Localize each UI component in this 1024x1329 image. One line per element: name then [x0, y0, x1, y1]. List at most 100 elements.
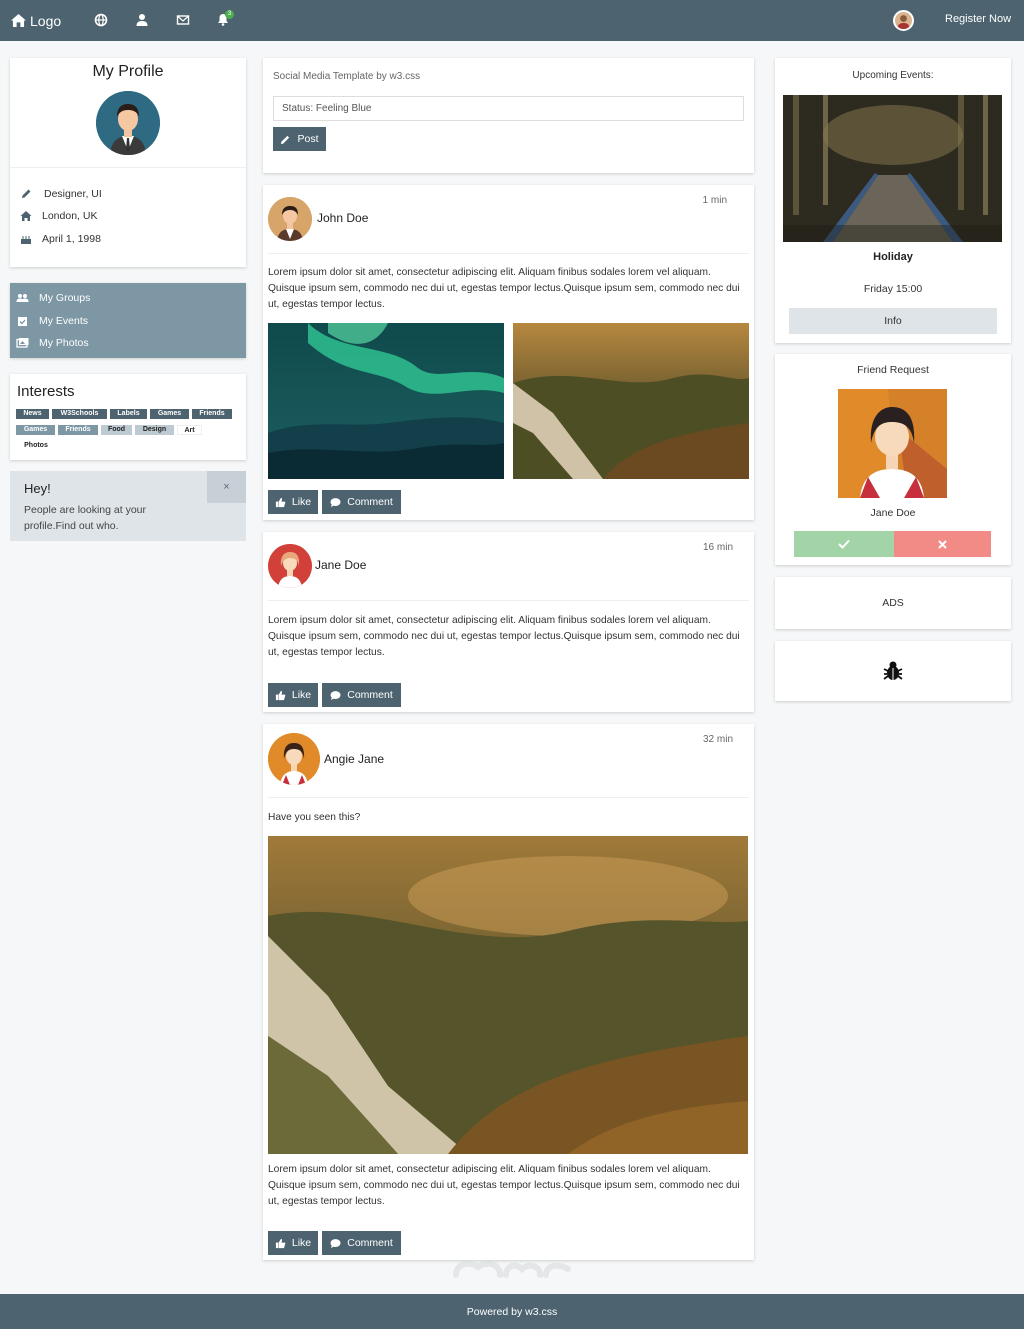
profile-card: My Profile Designer, UI London, UK April… — [10, 58, 246, 267]
logo-label: Logo — [30, 12, 62, 29]
interest-tag[interactable]: Labels — [110, 409, 147, 419]
post-time: 16 min — [702, 542, 733, 553]
footer-text: Powered by w3.css — [466, 1306, 558, 1318]
pencil-icon — [281, 135, 290, 144]
post-text: Lorem ipsum dolor sit amet, consectetur … — [268, 615, 740, 658]
post-author-name[interactable]: John Doe — [317, 211, 368, 225]
forest-bridge-image — [783, 95, 1002, 242]
comment-button[interactable]: Comment — [322, 490, 401, 514]
friend-request-title: Friend Request — [857, 364, 929, 376]
notifications-button[interactable]: 3 — [217, 10, 234, 27]
mountains-photo[interactable] — [513, 323, 749, 479]
users-icon — [16, 294, 29, 302]
event-name: Holiday — [873, 251, 913, 263]
comment-label: Comment — [347, 496, 393, 508]
home-icon — [20, 211, 32, 221]
profile-location-text: London, UK — [42, 210, 98, 222]
close-icon — [938, 539, 947, 549]
post-button-label: Post — [297, 133, 319, 145]
comment-label: Comment — [347, 1237, 393, 1249]
pencil-icon — [22, 189, 31, 198]
calendar-check-icon — [18, 317, 27, 326]
like-button[interactable]: Like — [268, 490, 318, 514]
divider — [268, 253, 749, 254]
interests-title: Interests — [17, 383, 75, 400]
friend-request-avatar[interactable] — [838, 389, 947, 498]
post-author-name[interactable]: Angie Jane — [324, 752, 384, 766]
like-button[interactable]: Like — [268, 683, 318, 707]
check-icon — [838, 539, 850, 549]
comment-icon — [330, 1238, 341, 1248]
home-icon — [11, 14, 26, 27]
ads-card: ADS — [775, 577, 1011, 629]
profile-title: My Profile — [92, 63, 164, 80]
menu-my-groups-label: My Groups — [39, 292, 91, 304]
watermark-logo — [453, 1260, 571, 1278]
interest-tag[interactable]: News — [16, 409, 49, 419]
menu-my-events-label: My Events — [39, 315, 89, 327]
profile-location: London, UK — [20, 210, 97, 222]
profile-job: Designer, UI — [20, 188, 102, 200]
male-avatar-icon — [96, 91, 160, 155]
mountains-image — [513, 323, 749, 479]
interest-tag[interactable]: W3Schools — [52, 409, 107, 419]
globe-icon[interactable] — [94, 13, 108, 27]
decline-friend-button[interactable] — [894, 531, 991, 557]
post-author-avatar[interactable] — [268, 197, 312, 241]
interest-tag[interactable]: Food — [101, 425, 132, 435]
comment-button[interactable]: Comment — [322, 683, 401, 707]
mountains-photo[interactable] — [268, 836, 748, 1154]
logo-link[interactable]: Logo — [11, 13, 61, 29]
divider — [268, 797, 749, 798]
menu-my-events[interactable]: My Events — [16, 315, 88, 327]
aurora-photo[interactable] — [268, 323, 504, 479]
thumbs-up-icon — [275, 690, 286, 700]
post-button[interactable]: Post — [273, 127, 326, 151]
events-card: Upcoming Events: Holiday Friday 15:00 In… — [775, 58, 1011, 343]
post-text: Lorem ipsum dolor sit amet, consectetur … — [268, 1164, 740, 1207]
friend-request-name: Jane Doe — [870, 507, 916, 519]
accept-friend-button[interactable] — [794, 531, 894, 557]
post-card: Jane Doe 16 min Lorem ipsum dolor sit am… — [263, 532, 754, 712]
user-avatar-icon — [897, 15, 910, 29]
interest-tag[interactable]: Friends — [192, 409, 232, 419]
menu-my-groups[interactable]: My Groups — [16, 292, 90, 304]
footer: Powered by w3.css — [0, 1294, 1024, 1329]
post-author-avatar[interactable] — [268, 733, 320, 785]
interest-tag[interactable]: Games — [150, 409, 189, 419]
birthday-cake-icon — [21, 236, 31, 244]
side-menu: My Groups My Events My Photos — [10, 283, 246, 358]
post-author-avatar[interactable] — [268, 544, 312, 588]
like-button[interactable]: Like — [268, 1231, 318, 1255]
female-avatar-icon — [838, 389, 947, 498]
mountains-image — [268, 836, 748, 1154]
envelope-icon[interactable] — [176, 13, 190, 27]
notification-count-badge: 3 — [225, 10, 234, 19]
comment-button[interactable]: Comment — [322, 1231, 401, 1255]
profile-birthday: April 1, 1998 — [20, 233, 101, 245]
divider — [268, 600, 749, 601]
like-label: Like — [291, 689, 312, 701]
alert-close-button[interactable]: × — [207, 471, 246, 503]
comment-icon — [330, 690, 341, 700]
menu-my-photos[interactable]: My Photos — [16, 337, 89, 349]
post-author-name[interactable]: Jane Doe — [315, 558, 366, 572]
hey-alert: Hey! People are looking at your profile.… — [10, 471, 246, 541]
status-input[interactable] — [273, 96, 744, 121]
user-avatar[interactable] — [893, 10, 914, 31]
interest-tag[interactable]: Art — [177, 425, 202, 435]
user-icon[interactable] — [135, 13, 149, 27]
interest-tag[interactable]: Games — [16, 425, 55, 435]
interest-tag[interactable]: Design — [135, 425, 174, 435]
interest-tag[interactable]: Friends — [58, 425, 98, 435]
interest-tag[interactable]: Photos — [16, 441, 56, 451]
images-icon — [16, 338, 29, 348]
bug-icon — [883, 661, 903, 680]
thumbs-up-icon — [275, 1238, 286, 1248]
menu-my-photos-label: My Photos — [39, 337, 89, 349]
event-photo[interactable] — [783, 95, 1002, 242]
female-avatar-icon — [268, 733, 320, 785]
event-info-button[interactable]: Info — [789, 308, 997, 334]
post-text: Lorem ipsum dolor sit amet, consectetur … — [268, 267, 740, 310]
register-now-link[interactable]: Register Now — [945, 13, 1011, 25]
